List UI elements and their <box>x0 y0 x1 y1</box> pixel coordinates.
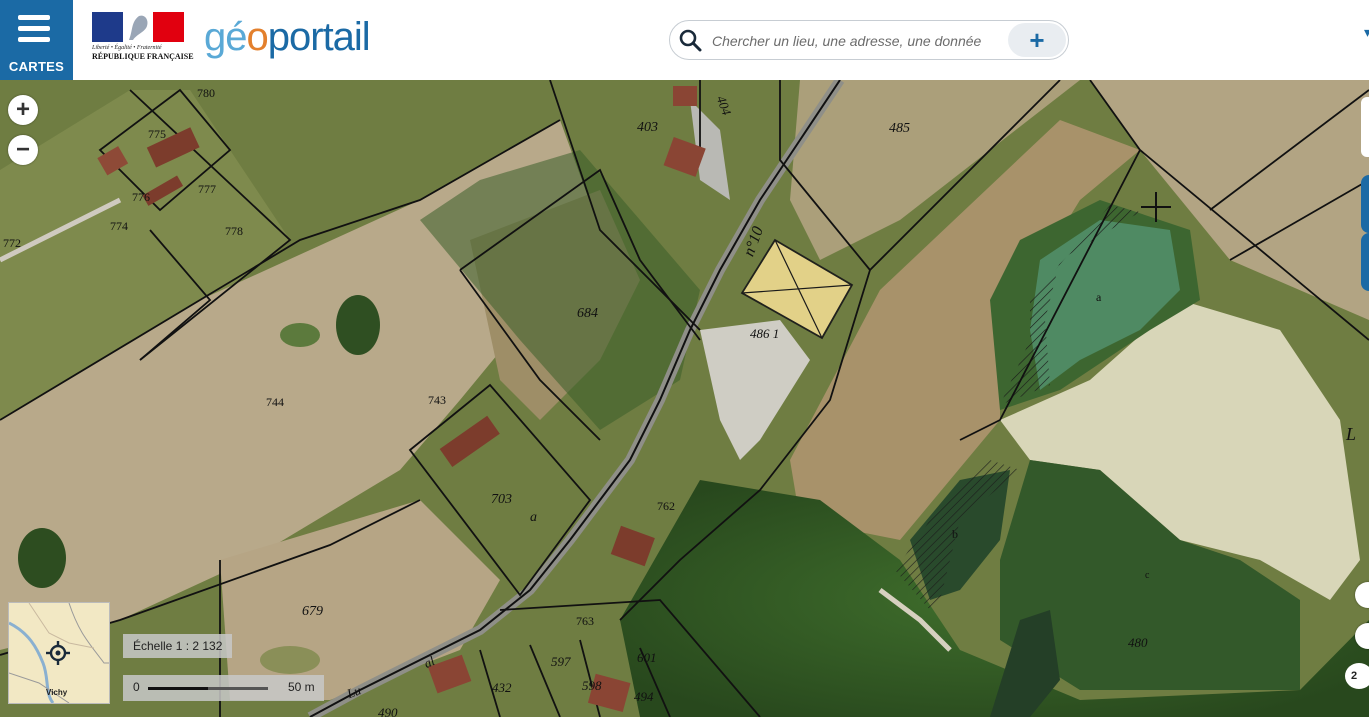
parcel-label: 679 <box>302 604 323 619</box>
parcel-label: 485 <box>889 121 910 136</box>
parcel-label: 703 <box>491 492 512 507</box>
parcel-label: 480 <box>1128 635 1148 650</box>
parcel-label: 403 <box>637 120 658 135</box>
parcel-label: c <box>1145 570 1150 581</box>
overview-minimap[interactable]: Vichy <box>8 602 110 704</box>
parcel-label: 777 <box>198 182 216 196</box>
parcel-label: 762 <box>657 499 675 513</box>
logo-part-ge: gé <box>204 15 247 59</box>
parcel-label: 744 <box>266 395 284 409</box>
parcel-label: 774 <box>110 219 128 233</box>
tree-cluster <box>280 323 320 347</box>
rf-motto: Liberté • Égalité • Fraternité <box>92 45 162 51</box>
parcel-label: b <box>952 527 958 541</box>
tree-cluster <box>336 295 380 355</box>
parcel-label: 494 <box>634 689 654 704</box>
parcel-label: 772 <box>3 236 21 250</box>
parcel-label: a <box>530 510 537 525</box>
scale-bar: 0 50 m <box>123 675 324 701</box>
rf-name: RÉPUBLIQUE FRANÇAISE <box>92 52 194 61</box>
parcel-label: 780 <box>197 86 215 100</box>
search-input[interactable] <box>710 27 1014 55</box>
parcel-label: L <box>1345 424 1356 444</box>
minimap-city-label: Vichy <box>46 688 68 697</box>
zoom-in-button[interactable]: + <box>8 95 38 125</box>
logo-part-portail: portail <box>267 15 371 59</box>
parcel-label: 763 <box>576 614 594 628</box>
parcel-label: 684 <box>577 306 598 321</box>
chevron-down-icon[interactable]: ▾ <box>1364 24 1369 41</box>
hamburger-icon <box>18 15 50 48</box>
parcel-label: 778 <box>225 224 243 238</box>
parcel-label: 432 <box>492 680 512 695</box>
top-bar: CARTES Liberté • Égalité • Fraternité RÉ… <box>0 0 1369 80</box>
parcel-label: 743 <box>428 393 446 407</box>
search-bar: + <box>669 20 1069 60</box>
parcel-label: 775 <box>148 127 166 141</box>
parcel-label: a <box>1096 290 1102 304</box>
side-panel-tab[interactable] <box>1361 97 1369 157</box>
side-tool-tab[interactable] <box>1361 233 1369 291</box>
zoom-out-button[interactable]: − <box>8 135 38 165</box>
scale-ratio: Échelle 1 : 2 132 <box>123 634 233 658</box>
locate-me-icon[interactable] <box>46 641 70 665</box>
marianne-logo-icon <box>92 12 185 42</box>
scale-max: 50 m <box>288 680 315 694</box>
search-icon[interactable] <box>678 28 702 52</box>
maps-menu-button[interactable]: CARTES <box>0 0 73 80</box>
parcel-label: 601 <box>637 650 657 665</box>
side-counter-badge[interactable]: 2 <box>1345 663 1369 689</box>
parcel-label: 597 <box>551 654 571 669</box>
map-view[interactable]: 780 775 777 776 774 778 772 403 404 485 … <box>0 80 1369 717</box>
scale-zero: 0 <box>133 680 140 694</box>
geoportail-logo[interactable]: géoportail <box>204 14 371 60</box>
republique-francaise-logo: Liberté • Égalité • Fraternité RÉPUBLIQU… <box>92 12 194 70</box>
tree-cluster <box>260 646 320 674</box>
maps-menu-label: CARTES <box>8 59 65 74</box>
cadastral-map-canvas: 780 775 777 776 774 778 772 403 404 485 … <box>0 80 1369 717</box>
parcel-label: 490 <box>378 705 398 717</box>
tree-cluster <box>18 528 66 588</box>
logo-part-o: o <box>246 15 269 59</box>
parcel-label: 486 1 <box>750 326 779 341</box>
parcel-label: 598 <box>582 678 602 693</box>
parcel-label: 776 <box>132 190 150 204</box>
side-tool-tab[interactable] <box>1361 175 1369 233</box>
search-add-button[interactable]: + <box>1008 23 1066 57</box>
scale-line <box>148 687 268 690</box>
